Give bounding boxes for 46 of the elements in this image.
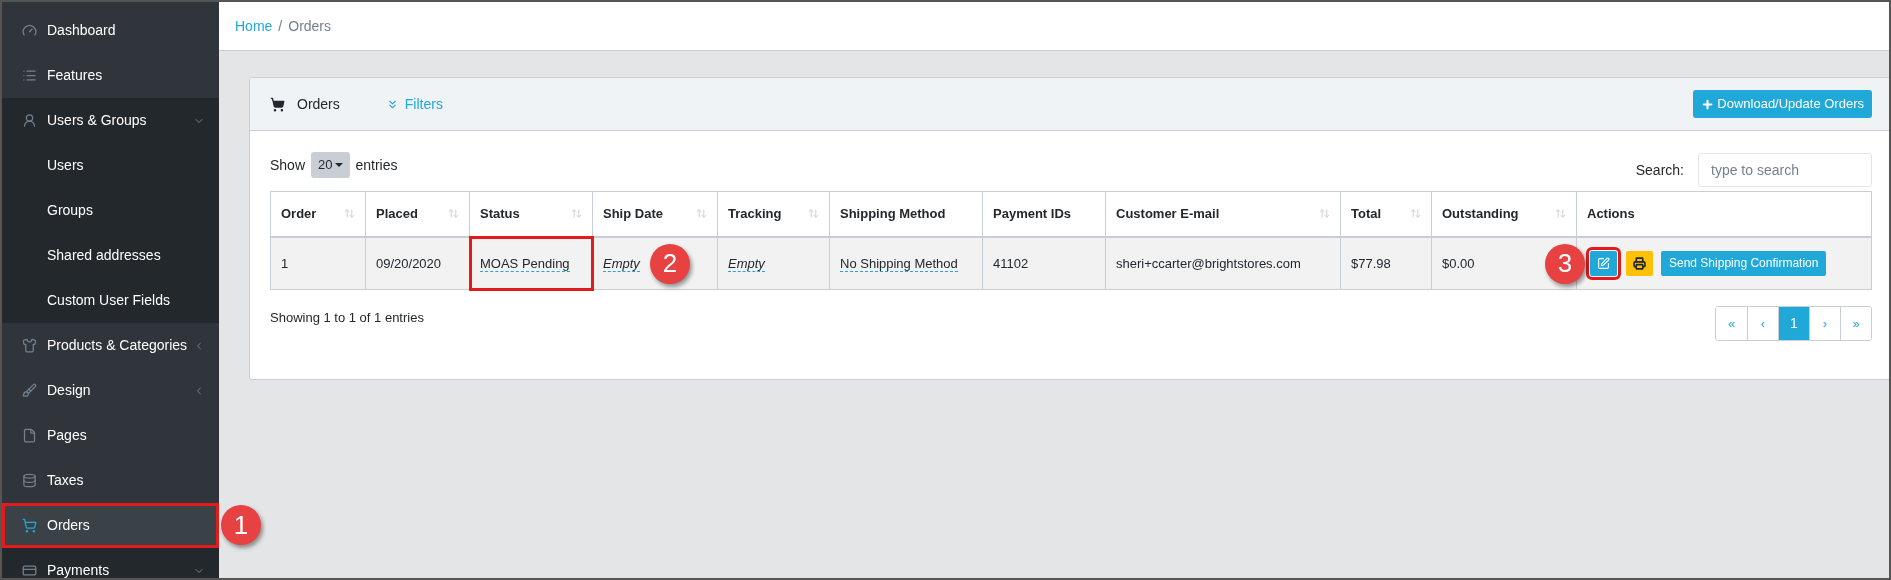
sidebar-item[interactable]: Users & Groups xyxy=(2,98,219,143)
breadcrumb-current: Orders xyxy=(288,16,332,36)
callout-badge: 1 xyxy=(221,505,261,545)
column-header[interactable]: Tracking xyxy=(717,191,830,237)
page-size-dropdown[interactable]: 20 xyxy=(311,152,350,178)
sidebar-item[interactable]: Payments xyxy=(2,548,219,578)
editable-value[interactable]: Empty xyxy=(728,255,765,272)
editable-value[interactable]: No Shipping Method xyxy=(840,255,958,272)
column-header[interactable]: Outstanding xyxy=(1431,191,1577,237)
cell-text: sheri+ccarter@brightstores.com xyxy=(1116,255,1301,271)
editable-value[interactable]: Empty xyxy=(603,255,640,272)
column-header[interactable]: Order xyxy=(270,191,366,237)
entries-info: Showing 1 to 1 of 1 entries xyxy=(270,309,424,327)
breadcrumb-separator: / xyxy=(278,16,283,36)
search-label: Search: xyxy=(1635,160,1684,180)
column-header[interactable]: Placed xyxy=(365,191,470,237)
cell-text: $0.00 xyxy=(1442,255,1475,271)
callout-badge: 2 xyxy=(650,243,690,284)
column-header: Shipping Method xyxy=(829,191,983,237)
sidebar-item[interactable]: Pages xyxy=(2,413,219,458)
column-header[interactable]: Total xyxy=(1340,191,1432,237)
card-title: Orders xyxy=(297,94,340,114)
sidebar-subitem[interactable]: Custom User Fields xyxy=(2,278,219,323)
cell-text: 1 xyxy=(281,255,289,271)
sidebar-item[interactable]: Features xyxy=(2,53,219,98)
cell-text: 41102 xyxy=(993,255,1029,271)
sidebar-item[interactable]: Taxes xyxy=(2,458,219,503)
sidebar-subitem[interactable]: Users xyxy=(2,143,219,188)
editable-value[interactable]: MOAS Pending xyxy=(480,255,570,272)
sidebar-item[interactable]: Design xyxy=(2,368,219,413)
sidebar-item[interactable]: Products & Categories xyxy=(2,323,219,368)
sidebar-item[interactable]: Orders xyxy=(2,503,219,548)
entries-label: entries xyxy=(355,155,398,175)
cell-text: 09/20/2020 xyxy=(376,255,442,271)
search-field[interactable]: type to search xyxy=(1698,153,1872,187)
cell-text: $77.98 xyxy=(1351,255,1391,271)
column-header: Actions xyxy=(1576,191,1872,237)
sidebar-subitem[interactable]: Shared addresses xyxy=(2,233,219,278)
callout-badge: 3 xyxy=(1545,243,1585,284)
sidebar-subitem[interactable]: Groups xyxy=(2,188,219,233)
column-header: Payment IDs xyxy=(982,191,1106,237)
column-header[interactable]: Ship Date xyxy=(592,191,718,237)
column-header[interactable]: Customer E-mail xyxy=(1105,191,1341,237)
show-label: Show xyxy=(270,155,306,175)
column-header[interactable]: Status xyxy=(469,191,593,237)
sidebar-item[interactable]: Dashboard xyxy=(2,8,219,53)
